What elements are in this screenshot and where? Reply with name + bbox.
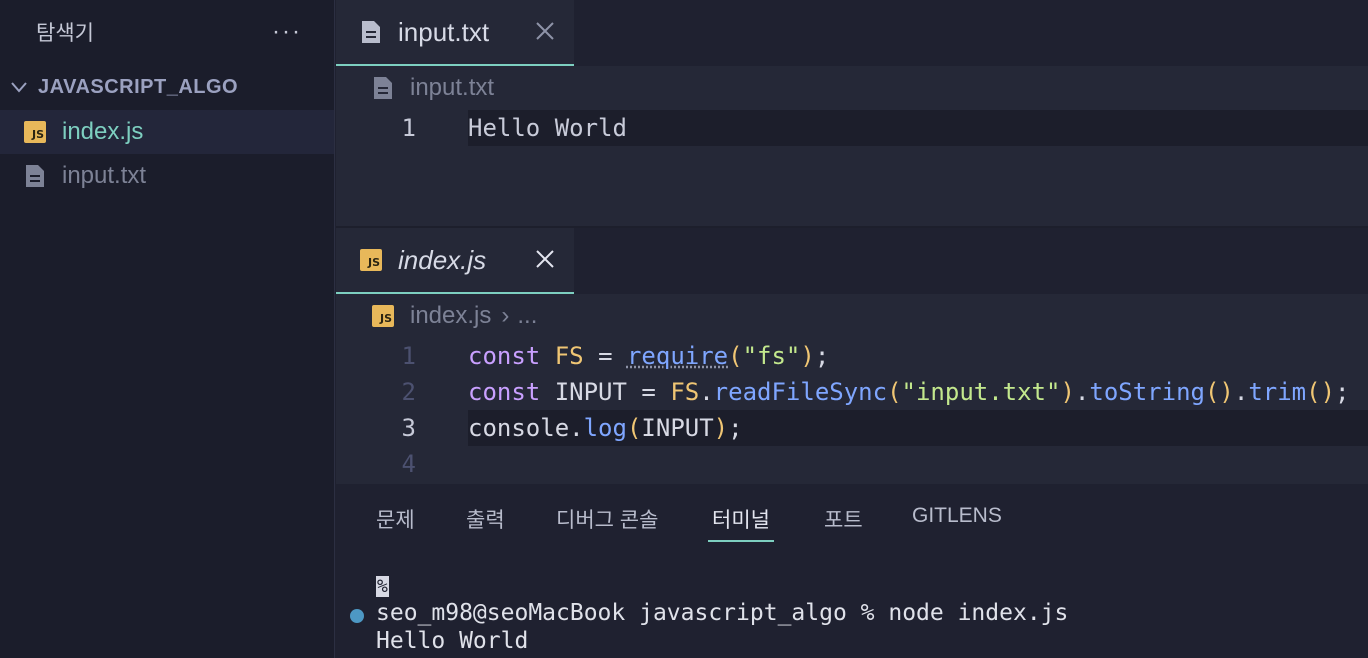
token-paren: ()	[1306, 378, 1336, 406]
token-paren: (	[887, 378, 902, 406]
code-line-4[interactable]: 4	[336, 446, 1368, 482]
prompt-mark: %	[376, 576, 389, 597]
token-keyword: const	[468, 378, 541, 406]
close-icon[interactable]	[534, 20, 556, 42]
tab-index-js[interactable]: JS index.js	[336, 228, 574, 294]
terminal-line: %	[376, 572, 1068, 600]
token-paren: )	[713, 414, 729, 442]
breadcrumb: input.txt	[336, 66, 1368, 110]
tab-label: index.js	[398, 244, 487, 275]
file-item-index-js[interactable]: JS index.js	[0, 110, 334, 154]
chevron-down-icon	[11, 82, 27, 93]
explorer-title: 탐색기	[36, 22, 94, 45]
tab-strip: JS index.js	[336, 228, 1368, 294]
breadcrumb-file[interactable]: index.js	[410, 302, 491, 330]
bottom-panel: 문제 출력 디버그 콘솔 터미널 포트 GITLENS % seo_m98@se…	[336, 484, 1368, 658]
token-paren: )	[800, 342, 815, 370]
explorer-header: 탐색기 ···	[0, 0, 334, 64]
line-text: Hello World	[468, 114, 627, 142]
tab-input-txt[interactable]: input.txt	[336, 0, 574, 66]
token-constant: FS	[554, 342, 584, 370]
token-semicolon: ;	[728, 414, 743, 442]
panel-tabs: 문제 출력 디버그 콘솔 터미널 포트 GITLENS	[336, 484, 1368, 550]
panel-tab-ports[interactable]: 포트	[824, 504, 863, 534]
token-identifier: INPUT	[540, 378, 642, 406]
editor-group-top: input.txt input.txt 1 Hello World	[336, 0, 1368, 226]
file-item-input-txt[interactable]: input.txt	[0, 154, 334, 198]
line-number: 4	[401, 450, 416, 478]
folder-row[interactable]: JAVASCRIPT_ALGO	[0, 64, 334, 110]
line-number: 1	[401, 114, 416, 142]
line-text: const INPUT = FS.readFileSync("input.txt…	[468, 378, 1349, 406]
token-function: toString	[1089, 378, 1205, 406]
code-line-3[interactable]: 3 console.log(INPUT);	[336, 410, 1368, 446]
token-dot: .	[699, 378, 714, 406]
token-dot: .	[1233, 378, 1249, 406]
code-line-1[interactable]: 1 const FS = require("fs");	[336, 338, 1368, 374]
line-number: 1	[401, 342, 416, 370]
text-file-icon	[26, 165, 44, 187]
token-function: log	[583, 414, 627, 442]
token-semicolon: ;	[814, 342, 830, 370]
code-line-2[interactable]: 2 const INPUT = FS.readFileSync("input.t…	[336, 374, 1368, 410]
breadcrumb: JS index.js › ...	[336, 294, 1368, 338]
more-actions-icon[interactable]: ···	[272, 18, 302, 46]
breadcrumb-file[interactable]: input.txt	[410, 74, 494, 102]
token-semicolon: ;	[1335, 378, 1350, 406]
chevron-right-icon: ›	[501, 302, 510, 329]
line-text: console.log(INPUT);	[468, 414, 743, 442]
token-paren: (	[728, 342, 743, 370]
token-operator: =	[641, 378, 656, 406]
token-paren: ()	[1204, 378, 1234, 406]
token-function: readFileSync	[713, 378, 888, 406]
token-string: "fs"	[742, 342, 801, 370]
token-string: "input.txt"	[901, 378, 1061, 406]
close-icon[interactable]	[534, 248, 556, 270]
token-function: trim	[1248, 378, 1307, 406]
terminal-command-line: seo_m98@seoMacBook javascript_algo % nod…	[376, 600, 1069, 626]
file-name: input.txt	[62, 162, 147, 189]
js-file-icon: JS	[360, 249, 382, 271]
token-identifier: console	[468, 414, 570, 442]
panel-tab-problems[interactable]: 문제	[376, 504, 415, 534]
explorer-sidebar: 탐색기 ··· JAVASCRIPT_ALGO JS index.js inpu…	[0, 0, 335, 658]
editor-group-bottom: JS index.js JS index.js › ... 1 const FS…	[336, 228, 1368, 484]
file-name: index.js	[62, 118, 144, 145]
panel-tab-terminal[interactable]: 터미널	[708, 504, 774, 542]
token-constant: FS	[670, 378, 700, 406]
code-line[interactable]: 1 Hello World	[336, 110, 1368, 146]
tab-label: input.txt	[398, 16, 490, 47]
folder-name: JAVASCRIPT_ALGO	[38, 75, 239, 98]
panel-tab-output[interactable]: 출력	[466, 504, 505, 534]
terminal-output[interactable]: % seo_m98@seoMacBook javascript_algo % n…	[376, 572, 1068, 656]
panel-tab-gitlens[interactable]: GITLENS	[912, 504, 1002, 528]
line-text: const FS = require("fs");	[468, 342, 829, 370]
token-operator: =	[598, 342, 613, 370]
token-function: require	[626, 342, 729, 370]
line-number: 3	[401, 414, 416, 442]
token-dot: .	[569, 414, 584, 442]
line-number: 2	[401, 378, 416, 406]
breadcrumb-more[interactable]: ...	[517, 302, 537, 330]
text-file-icon	[374, 77, 392, 99]
terminal-output-line: Hello World	[376, 628, 529, 654]
token-keyword: const	[468, 342, 541, 370]
token-paren: (	[626, 414, 642, 442]
tab-strip: input.txt	[336, 0, 1368, 66]
command-status-dot-icon[interactable]	[350, 609, 364, 623]
panel-tab-debug-console[interactable]: 디버그 콘솔	[556, 504, 658, 534]
token-paren: )	[1060, 378, 1075, 406]
js-file-icon: JS	[372, 305, 394, 327]
token-dot: .	[1074, 378, 1090, 406]
js-file-icon: JS	[24, 121, 46, 143]
text-file-icon	[362, 21, 380, 43]
token-identifier: INPUT	[641, 414, 714, 442]
